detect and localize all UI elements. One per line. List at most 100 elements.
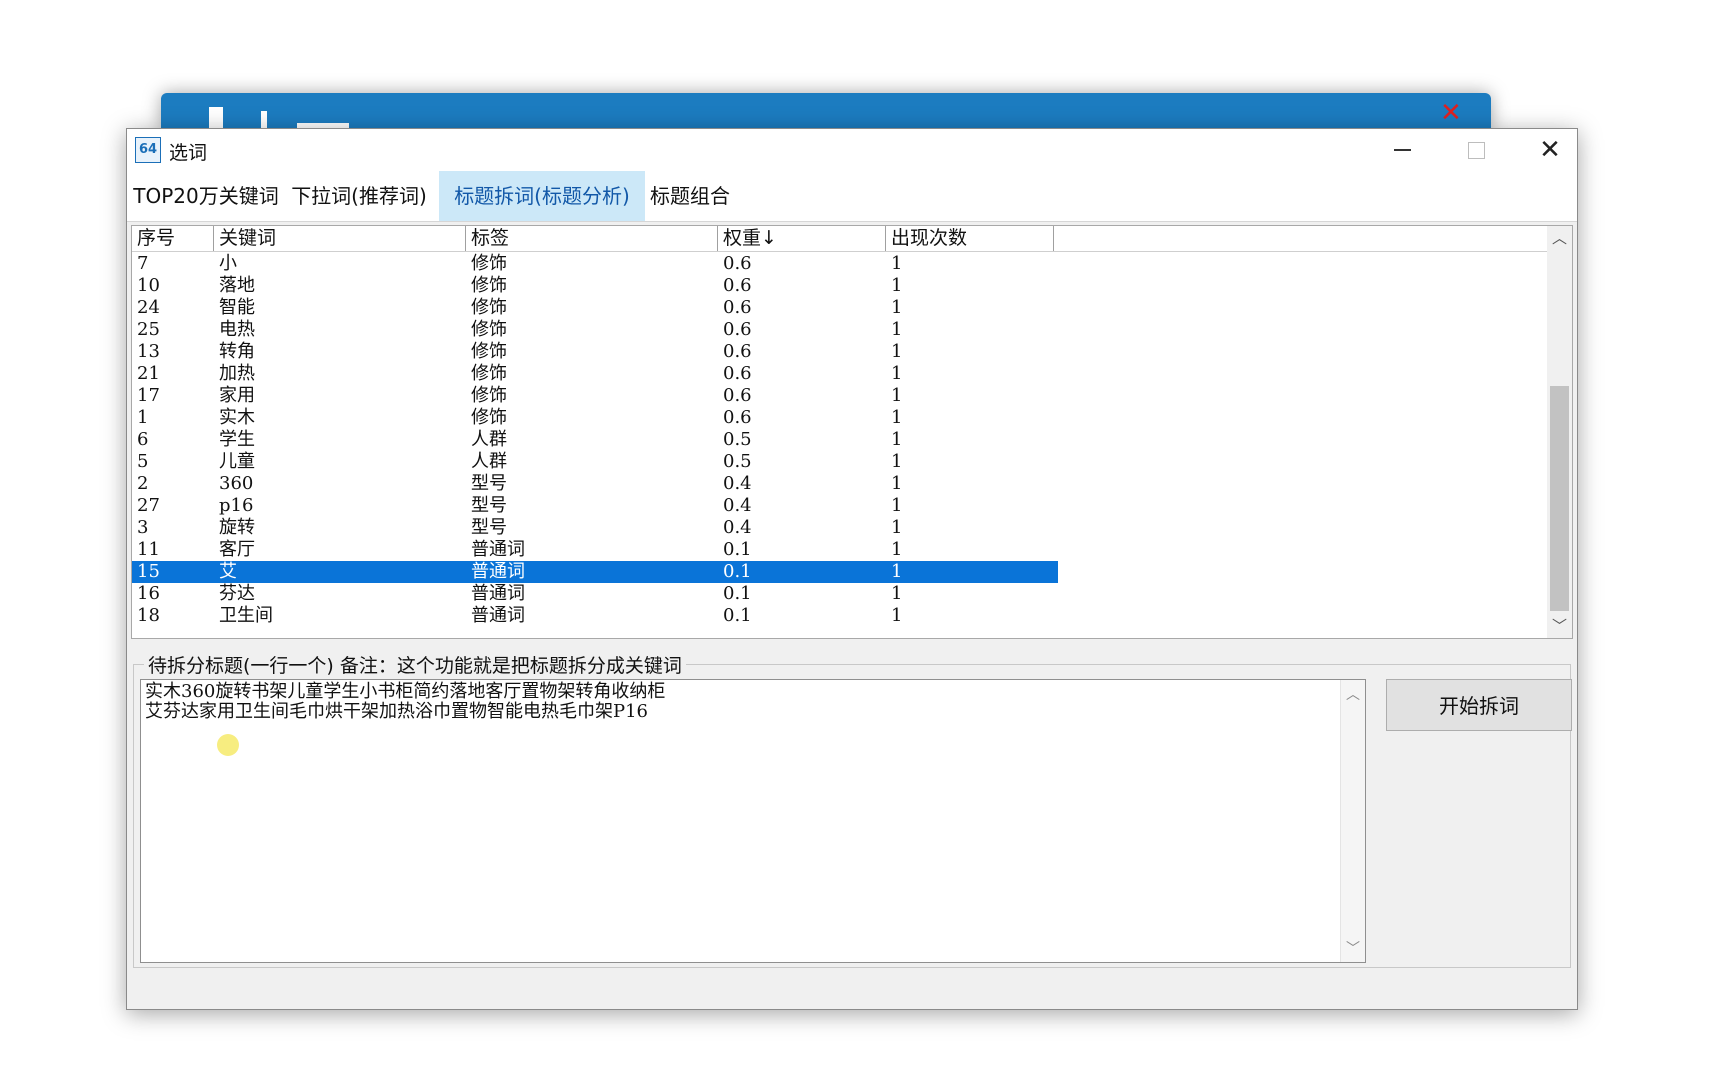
close-icon: ✕ bbox=[1539, 135, 1561, 165]
cell-keyword: 家用 bbox=[219, 385, 255, 406]
cell-tag: 普通词 bbox=[471, 561, 525, 582]
cell-tag: 修饰 bbox=[471, 253, 507, 274]
cell-tag: 修饰 bbox=[471, 297, 507, 318]
table-row[interactable]: 5 儿童 人群 0.5 1 bbox=[132, 451, 1547, 473]
table-header: 序号 关键词 标签 权重↓ 出现次数 bbox=[132, 226, 1547, 252]
cell-count: 1 bbox=[891, 583, 903, 604]
cell-index: 13 bbox=[137, 341, 160, 362]
start-split-button[interactable]: 开始拆词 bbox=[1386, 679, 1572, 731]
cell-index: 2 bbox=[137, 473, 149, 494]
table-row[interactable]: 21 加热 修饰 0.6 1 bbox=[132, 363, 1547, 385]
cell-tag: 型号 bbox=[471, 517, 507, 538]
table-scrollbar[interactable]: ︿ ﹀ bbox=[1547, 226, 1572, 638]
table-row[interactable]: 10 落地 修饰 0.6 1 bbox=[132, 275, 1547, 297]
scroll-down-icon[interactable]: ﹀ bbox=[1547, 614, 1572, 638]
cell-tag: 修饰 bbox=[471, 275, 507, 296]
tab-dropdown-words[interactable]: 下拉词(推荐词) bbox=[281, 171, 437, 221]
table-row[interactable]: 6 学生 人群 0.5 1 bbox=[132, 429, 1547, 451]
table-row[interactable]: 1 实木 修饰 0.6 1 bbox=[132, 407, 1547, 429]
cell-tag: 修饰 bbox=[471, 319, 507, 340]
table-row[interactable]: 15 艾 普通词 0.1 1 bbox=[132, 561, 1058, 583]
title-bar: 64 选词 ✕ bbox=[127, 129, 1577, 171]
cell-keyword: 智能 bbox=[219, 297, 255, 318]
cell-weight: 0.4 bbox=[723, 517, 752, 538]
minimize-button[interactable] bbox=[1365, 129, 1439, 171]
tab-title-split[interactable]: 标题拆词(标题分析) bbox=[439, 171, 645, 221]
cell-count: 1 bbox=[891, 341, 903, 362]
cell-tag: 普通词 bbox=[471, 605, 525, 626]
split-title-group: 待拆分标题(一行一个) 备注：这个功能就是把标题拆分成关键词 实木360旋转书架… bbox=[133, 651, 1572, 968]
cell-weight: 0.6 bbox=[723, 297, 752, 318]
table-row[interactable]: 7 小 修饰 0.6 1 bbox=[132, 253, 1547, 275]
column-header-weight[interactable]: 权重↓ bbox=[718, 226, 886, 251]
cell-weight: 0.6 bbox=[723, 275, 752, 296]
cell-keyword: 360 bbox=[219, 473, 254, 494]
cell-keyword: 电热 bbox=[219, 319, 255, 340]
maximize-button[interactable] bbox=[1439, 129, 1513, 171]
cell-weight: 0.6 bbox=[723, 319, 752, 340]
table-row[interactable]: 24 智能 修饰 0.6 1 bbox=[132, 297, 1547, 319]
table-row[interactable]: 11 客厅 普通词 0.1 1 bbox=[132, 539, 1547, 561]
table-row[interactable]: 17 家用 修饰 0.6 1 bbox=[132, 385, 1547, 407]
cell-count: 1 bbox=[891, 561, 903, 582]
cell-index: 11 bbox=[137, 539, 160, 560]
scroll-down-icon[interactable]: ﹀ bbox=[1341, 938, 1365, 958]
table-row[interactable]: 13 转角 修饰 0.6 1 bbox=[132, 341, 1547, 363]
column-header-index[interactable]: 序号 bbox=[132, 226, 214, 251]
cell-keyword: p16 bbox=[219, 495, 254, 516]
cell-keyword: 芬达 bbox=[219, 583, 255, 604]
cell-index: 24 bbox=[137, 297, 160, 318]
maximize-icon bbox=[1467, 141, 1485, 159]
cell-tag: 普通词 bbox=[471, 539, 525, 560]
tab-top20-keywords[interactable]: TOP20万关键词 bbox=[131, 171, 281, 221]
cell-weight: 0.6 bbox=[723, 253, 752, 274]
cell-weight: 0.5 bbox=[723, 429, 752, 450]
cell-count: 1 bbox=[891, 407, 903, 428]
cell-count: 1 bbox=[891, 253, 903, 274]
cell-weight: 0.6 bbox=[723, 341, 752, 362]
table-row[interactable]: 25 电热 修饰 0.6 1 bbox=[132, 319, 1547, 341]
scroll-up-icon[interactable]: ︿ bbox=[1341, 684, 1365, 704]
cell-index: 27 bbox=[137, 495, 160, 516]
cell-keyword: 转角 bbox=[219, 341, 255, 362]
cell-index: 25 bbox=[137, 319, 160, 340]
minimize-icon bbox=[1393, 149, 1411, 151]
table-row[interactable]: 3 旋转 型号 0.4 1 bbox=[132, 517, 1547, 539]
cell-index: 3 bbox=[137, 517, 149, 538]
tab-title-combine[interactable]: 标题组合 bbox=[645, 171, 735, 221]
cell-index: 10 bbox=[137, 275, 160, 296]
cell-keyword: 加热 bbox=[219, 363, 255, 384]
select-words-window: 64 选词 ✕ TOP20万关键词 下拉词(推荐词) 标题拆词(标题分析) 标题… bbox=[126, 128, 1578, 1010]
titles-textarea[interactable]: 实木360旋转书架儿童学生小书柜简约落地客厅置物架转角收纳柜 艾芬达家用卫生间毛… bbox=[140, 679, 1366, 963]
scrollbar-thumb[interactable] bbox=[1550, 386, 1569, 611]
cell-tag: 修饰 bbox=[471, 363, 507, 384]
cell-tag: 型号 bbox=[471, 495, 507, 516]
cell-weight: 0.6 bbox=[723, 363, 752, 384]
column-header-tag[interactable]: 标签 bbox=[466, 226, 718, 251]
cell-weight: 0.1 bbox=[723, 583, 752, 604]
cell-index: 5 bbox=[137, 451, 149, 472]
cell-index: 18 bbox=[137, 605, 160, 626]
mouse-cursor-highlight bbox=[217, 734, 239, 756]
cell-keyword: 实木 bbox=[219, 407, 255, 428]
table-body: 7 小修饰 0.6 1 10 落地 修饰 0.6 1 24 智能 修饰 0.6 1 25 电热 修饰 0.6 1 13… bbox=[132, 253, 1547, 627]
table-row[interactable]: 18 卫生间 普通词 0.1 1 bbox=[132, 605, 1547, 627]
textarea-scrollbar[interactable]: ︿ ﹀ bbox=[1340, 680, 1365, 962]
cell-keyword: 儿童 bbox=[219, 451, 255, 472]
keyword-table: 序号 关键词 标签 权重↓ 出现次数 7 小修饰 0.6 1 10 落地 修饰 0.6 1 24 智… bbox=[131, 225, 1573, 639]
cell-count: 1 bbox=[891, 495, 903, 516]
cell-count: 1 bbox=[891, 385, 903, 406]
title-line: 实木360旋转书架儿童学生小书柜简约落地客厅置物架转角收纳柜 bbox=[145, 681, 666, 702]
cell-keyword: 学生 bbox=[219, 429, 255, 450]
cell-weight: 0.4 bbox=[723, 495, 752, 516]
table-row[interactable]: 27 p16 型号 0.4 1 bbox=[132, 495, 1547, 517]
cell-weight: 0.4 bbox=[723, 473, 752, 494]
column-header-count[interactable]: 出现次数 bbox=[886, 226, 1054, 251]
column-header-keyword[interactable]: 关键词 bbox=[214, 226, 466, 251]
scroll-up-icon[interactable]: ︿ bbox=[1547, 226, 1572, 250]
close-button[interactable]: ✕ bbox=[1513, 129, 1587, 171]
cell-index: 7 bbox=[137, 253, 149, 274]
background-close-icon[interactable]: ✕ bbox=[1440, 100, 1462, 126]
table-row[interactable]: 2 360 型号 0.4 1 bbox=[132, 473, 1547, 495]
table-row[interactable]: 16 芬达 普通词 0.1 1 bbox=[132, 583, 1547, 605]
